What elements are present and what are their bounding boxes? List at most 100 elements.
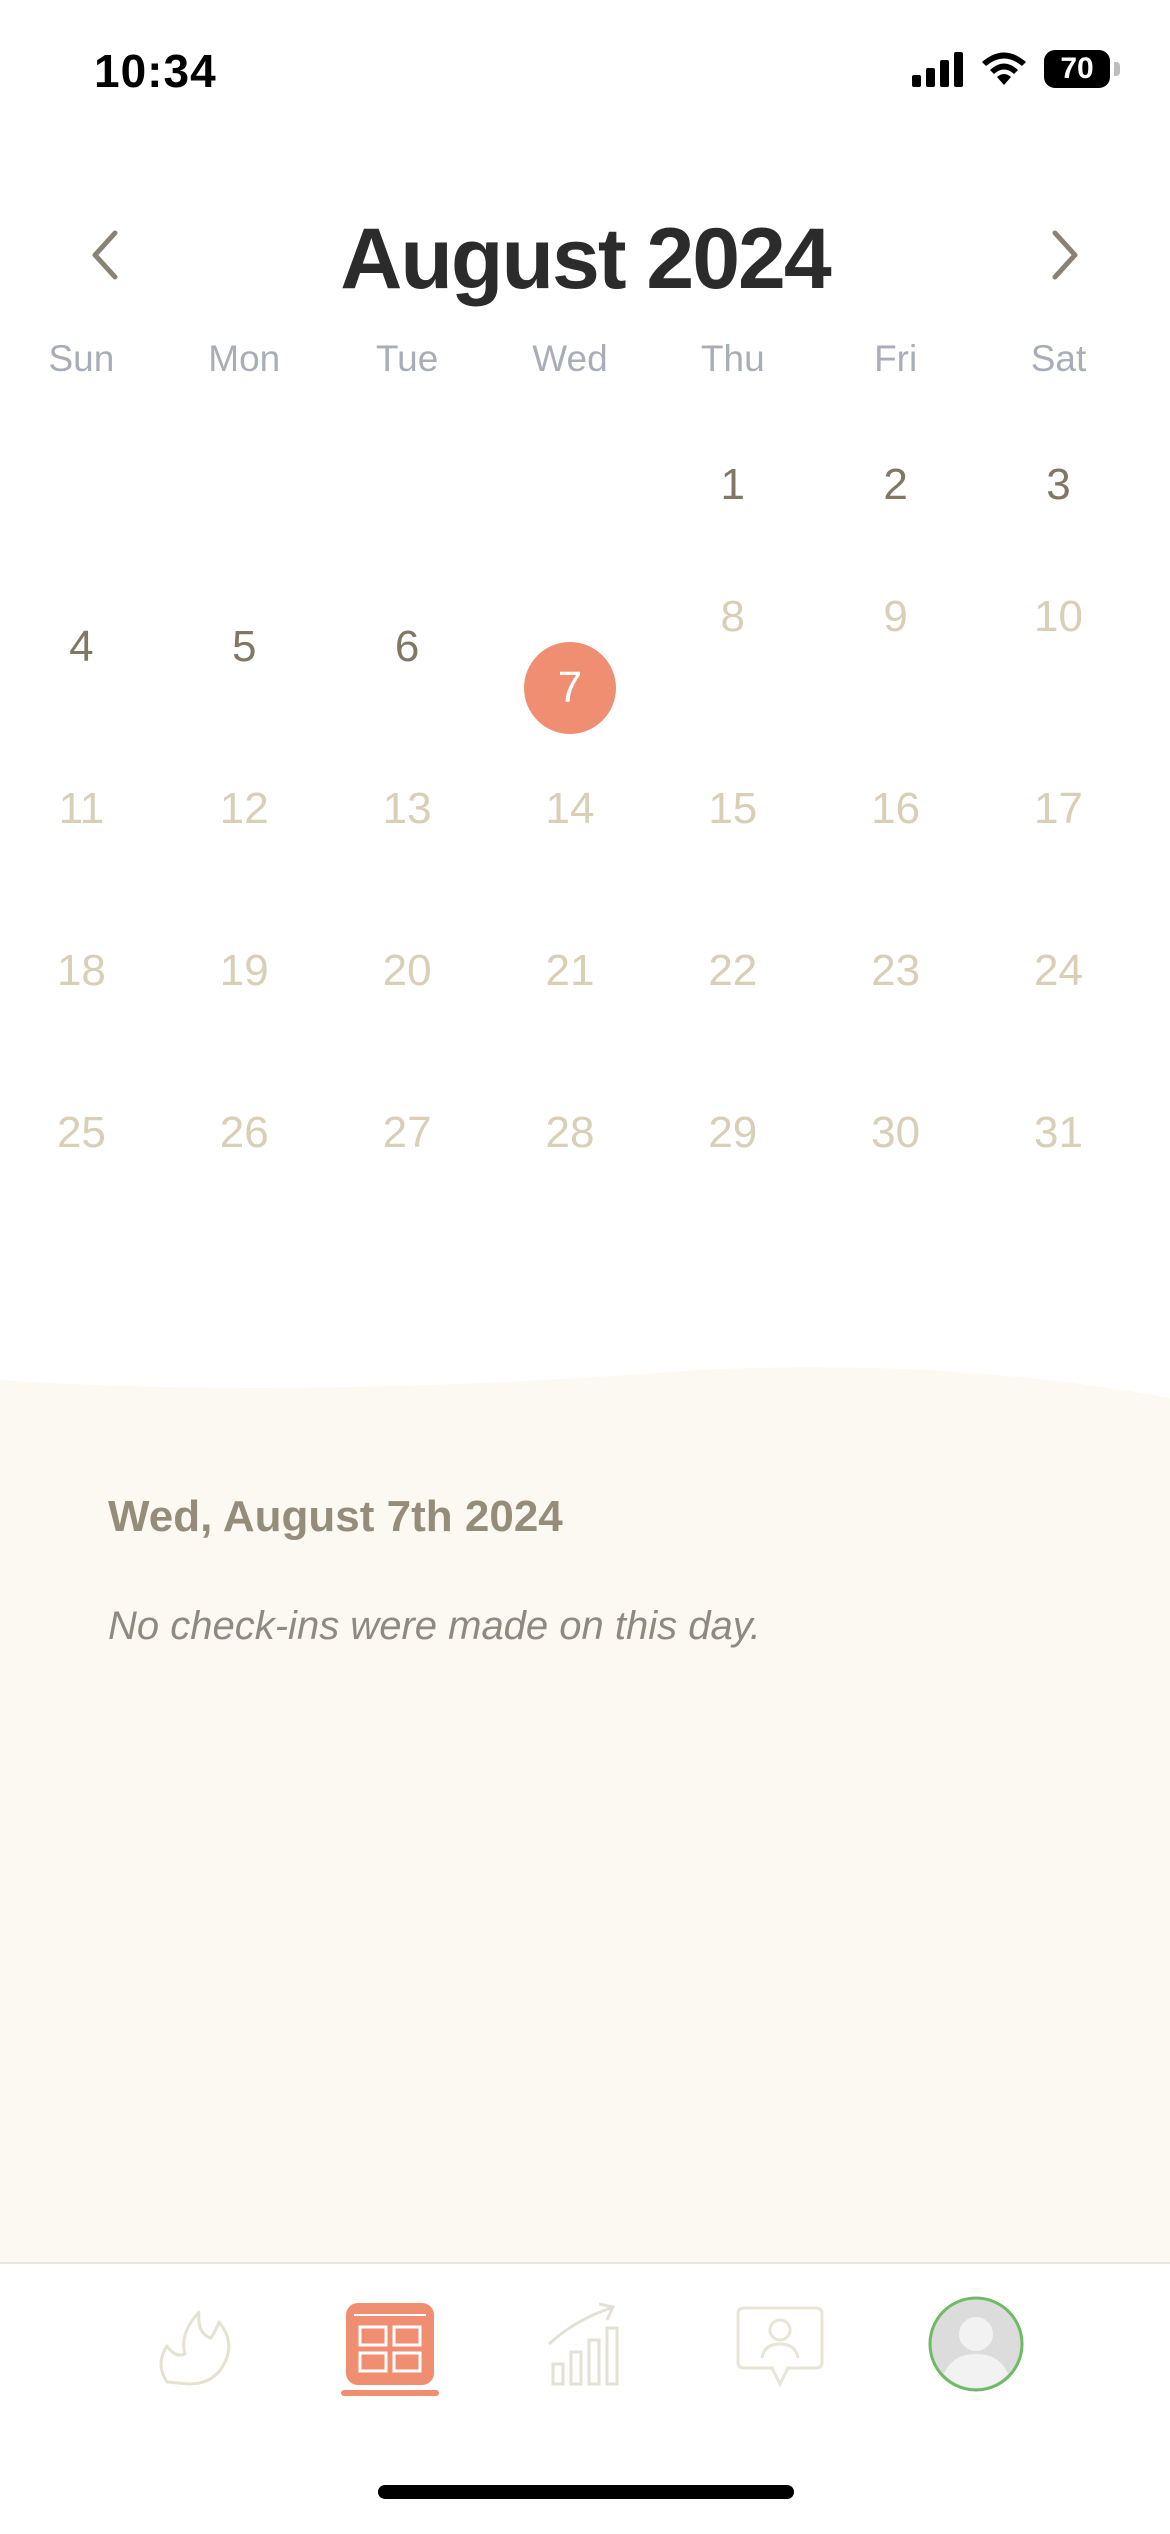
calendar-grid: 1 2 3 4 5 6 7 8 9 10 11 12 13 14 15 16 1… bbox=[0, 430, 1170, 1240]
day-number: 12 bbox=[219, 784, 269, 833]
day-number: 23 bbox=[871, 946, 921, 995]
calendar-day[interactable]: 5 bbox=[163, 592, 326, 754]
calendar-day: 27 bbox=[326, 1078, 489, 1240]
next-month-button[interactable] bbox=[1030, 220, 1100, 290]
day-number: 10 bbox=[1034, 592, 1083, 641]
calendar-day: 14 bbox=[489, 754, 652, 916]
day-number: 15 bbox=[708, 784, 758, 833]
calendar-week: 4 5 6 7 8 9 10 bbox=[0, 592, 1170, 754]
calendar-day: 22 bbox=[651, 916, 814, 1078]
day-number: 28 bbox=[545, 1108, 595, 1157]
calendar-day-empty bbox=[489, 430, 652, 592]
calendar-day-selected[interactable]: 7 bbox=[489, 592, 652, 754]
calendar-day: 25 bbox=[0, 1078, 163, 1240]
day-number: 20 bbox=[382, 946, 432, 995]
day-number: 3 bbox=[1046, 460, 1071, 509]
calendar-day: 18 bbox=[0, 916, 163, 1078]
weekday-label: Tue bbox=[375, 338, 439, 379]
coach-chat-icon bbox=[736, 2306, 824, 2388]
calendar-week: 18 19 20 21 22 23 24 bbox=[0, 916, 1170, 1078]
wifi-icon bbox=[982, 52, 1026, 85]
status-bar: 10:34 70 bbox=[0, 0, 1170, 150]
month-title: August 2024 bbox=[340, 211, 831, 307]
calendar-header: August 2024 bbox=[0, 190, 1170, 320]
calendar-day: 19 bbox=[163, 916, 326, 1078]
active-tab-indicator bbox=[341, 2390, 439, 2396]
selected-day-number: 7 bbox=[523, 642, 616, 734]
tab-profile[interactable] bbox=[916, 2284, 1036, 2404]
weekday-label: Fri bbox=[874, 338, 918, 379]
day-number: 5 bbox=[232, 622, 257, 671]
battery-icon: 70 bbox=[1044, 50, 1120, 88]
day-number: 22 bbox=[708, 946, 758, 995]
battery-level: 70 bbox=[1060, 52, 1094, 85]
status-icons: 70 bbox=[912, 50, 1120, 88]
calendar-day: 15 bbox=[651, 754, 814, 916]
calendar-day[interactable]: 6 bbox=[326, 592, 489, 754]
calendar-day: 11 bbox=[0, 754, 163, 916]
day-number: 13 bbox=[382, 784, 432, 833]
tab-stats[interactable] bbox=[525, 2284, 645, 2404]
status-time: 10:34 bbox=[94, 45, 217, 97]
stats-chart-icon bbox=[547, 2302, 619, 2386]
calendar-day: 12 bbox=[163, 754, 326, 916]
calendar-day: 30 bbox=[814, 1078, 977, 1240]
calendar-day: 28 bbox=[489, 1078, 652, 1240]
weekday-label: Thu bbox=[700, 338, 765, 379]
calendar-week: 1 2 3 bbox=[0, 430, 1170, 592]
day-number: 25 bbox=[56, 1108, 106, 1157]
calendar-day: 8 bbox=[651, 592, 814, 754]
calendar-day-empty bbox=[0, 430, 163, 592]
calendar-day[interactable]: 4 bbox=[0, 592, 163, 754]
calendar-day-empty bbox=[163, 430, 326, 592]
day-number: 4 bbox=[69, 622, 94, 671]
calendar-day: 24 bbox=[977, 916, 1140, 1078]
calendar-day: 10 bbox=[977, 592, 1140, 754]
home-indicator[interactable] bbox=[378, 2485, 794, 2499]
tab-coach[interactable] bbox=[720, 2284, 840, 2404]
calendar-day[interactable]: 1 bbox=[651, 430, 814, 592]
day-number: 19 bbox=[219, 946, 269, 995]
calendar-day: 21 bbox=[489, 916, 652, 1078]
calendar-day: 9 bbox=[814, 592, 977, 754]
day-number: 6 bbox=[394, 622, 420, 671]
calendar-day: 23 bbox=[814, 916, 977, 1078]
day-number: 26 bbox=[219, 1108, 269, 1157]
day-number: 16 bbox=[871, 784, 921, 833]
day-number: 29 bbox=[708, 1108, 758, 1157]
calendar-week: 11 12 13 14 15 16 17 bbox=[0, 754, 1170, 916]
chevron-right-icon bbox=[1052, 230, 1078, 280]
day-number: 1 bbox=[720, 460, 746, 509]
day-number: 27 bbox=[382, 1108, 432, 1157]
calendar-day: 17 bbox=[977, 754, 1140, 916]
weekday-label: Mon bbox=[208, 338, 281, 379]
calendar-day: 16 bbox=[814, 754, 977, 916]
day-number: 18 bbox=[56, 946, 106, 995]
flame-icon bbox=[159, 2310, 231, 2386]
weekday-row: Sun Mon Tue Wed Thu Fri Sat bbox=[0, 338, 1170, 380]
calendar-day[interactable]: 2 bbox=[814, 430, 977, 592]
empty-checkins-message: No check-ins were made on this day. bbox=[108, 1604, 761, 1648]
calendar-day-empty bbox=[326, 430, 489, 592]
tab-calendar[interactable] bbox=[330, 2284, 450, 2404]
calendar-week: 25 26 27 28 29 30 31 bbox=[0, 1078, 1170, 1240]
day-number: 11 bbox=[58, 784, 105, 833]
day-number: 2 bbox=[883, 460, 908, 509]
selected-date-heading: Wed, August 7th 2024 bbox=[108, 1492, 563, 1541]
weekday-label: Sun bbox=[48, 338, 115, 379]
cellular-signal-icon bbox=[912, 52, 963, 87]
day-number: 17 bbox=[1034, 784, 1083, 833]
calendar-day[interactable]: 3 bbox=[977, 430, 1140, 592]
profile-avatar bbox=[928, 2296, 1024, 2392]
day-number: 14 bbox=[545, 784, 595, 833]
day-number: 24 bbox=[1034, 946, 1083, 995]
day-number: 21 bbox=[545, 946, 595, 995]
calendar-day: 31 bbox=[977, 1078, 1140, 1240]
weekday-label: Sat bbox=[1030, 338, 1087, 379]
day-number: 30 bbox=[871, 1108, 921, 1157]
day-detail-panel: Wed, August 7th 2024 No check-ins were m… bbox=[0, 1360, 1170, 2265]
day-number: 8 bbox=[720, 592, 746, 641]
calendar-day: 26 bbox=[163, 1078, 326, 1240]
calendar-day: 13 bbox=[326, 754, 489, 916]
tab-streak[interactable] bbox=[135, 2284, 255, 2404]
